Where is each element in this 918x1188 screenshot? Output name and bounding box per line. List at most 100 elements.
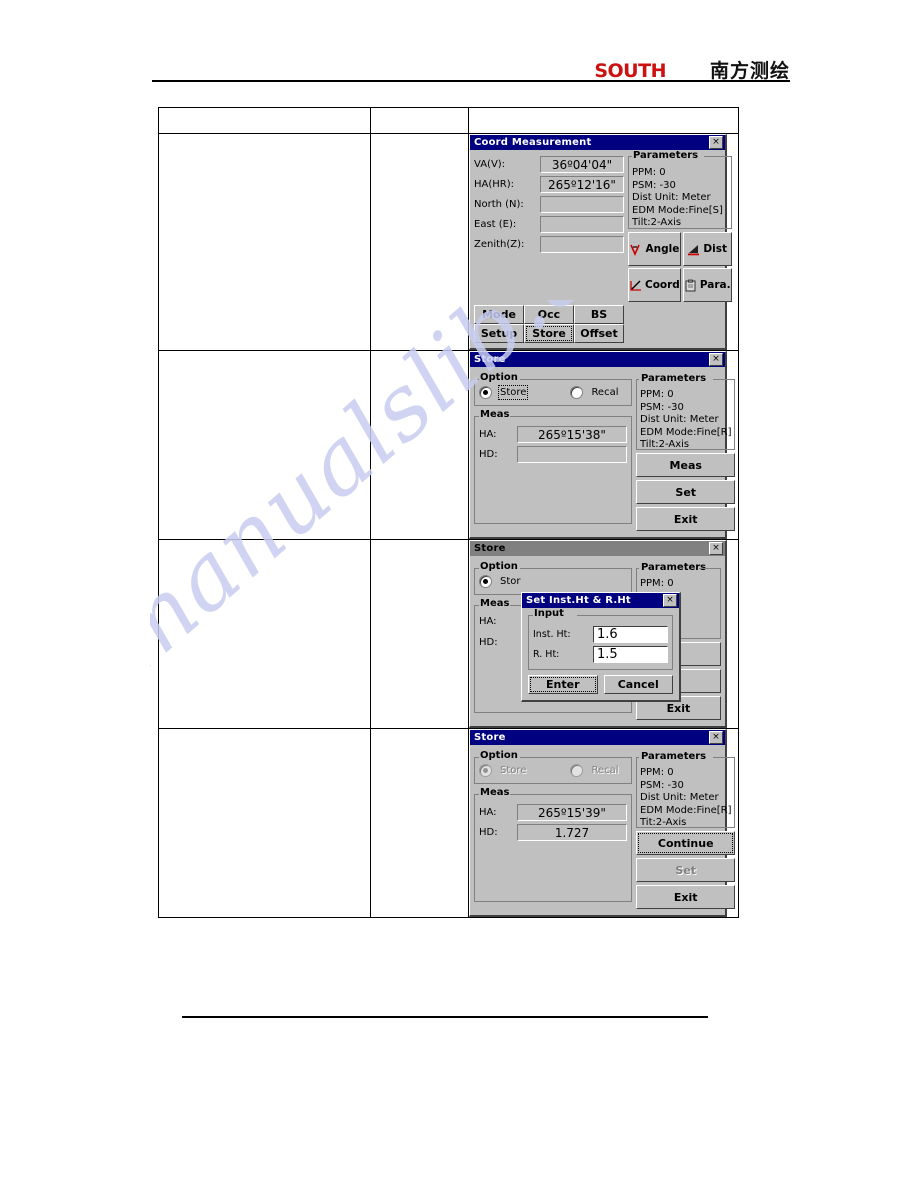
close-icon[interactable]: ×	[709, 542, 723, 555]
enter-button[interactable]: Enter	[528, 675, 598, 694]
row-1-note-cell	[370, 133, 469, 351]
table-row: Coord Measurement × VA(V): 36º04'04" HA(…	[158, 133, 739, 351]
coord-measurement-titlebar: Coord Measurement ×	[470, 135, 725, 150]
option-recal-label: Recal	[591, 765, 619, 776]
option-group: Option Stor	[474, 561, 632, 595]
para-button[interactable]: Para.	[682, 268, 732, 302]
option-store-label[interactable]: Store	[497, 385, 529, 400]
coord-parameters-panel: Parameters PPM: 0 PSM: -30 Dist Unit: Me…	[628, 150, 732, 229]
exit-button[interactable]: Exit	[636, 507, 736, 531]
offset-button[interactable]: Offset	[574, 324, 624, 343]
brand-latin-text: SOUTH	[594, 60, 666, 82]
setup-button[interactable]: Setup	[474, 324, 524, 343]
field-value-east[interactable]	[540, 216, 624, 233]
row-2-screenshot-cell: Store × Option Store Recal Meas HA: 265º…	[468, 350, 739, 540]
parameters-panel-label: Parameters	[640, 373, 709, 384]
option-store-radio[interactable]	[479, 386, 492, 399]
continue-button-label: Continue	[657, 836, 714, 850]
option-store-label[interactable]: Stor	[500, 576, 521, 587]
screenshot-table: Coord Measurement × VA(V): 36º04'04" HA(…	[158, 107, 739, 918]
field-value-ha[interactable]: 265º15'39"	[517, 804, 627, 821]
field-value-ha[interactable]: 265º12'16"	[540, 176, 624, 193]
field-label-hd: HD:	[479, 827, 498, 838]
field-row-north: North (N):	[474, 196, 624, 213]
header-rule	[152, 80, 790, 82]
close-icon[interactable]: ×	[709, 353, 723, 366]
option-group-label: Option	[479, 750, 520, 761]
set-button-label: Set	[675, 485, 697, 499]
coord-button[interactable]: Coord	[628, 268, 681, 302]
field-label-ha: HA(HR):	[474, 179, 514, 190]
option-store-radio[interactable]	[479, 575, 492, 588]
field-label-hd: HD:	[479, 449, 498, 460]
field-row-ha: HA: 265º15'39"	[479, 804, 627, 821]
exit-button[interactable]: Exit	[636, 885, 736, 909]
field-value-north[interactable]	[540, 196, 624, 213]
distance-icon	[688, 244, 700, 255]
store-parameters-panel: Parameters PPM: 0 PSM: -30 Dist Unit: Me…	[636, 751, 736, 828]
exit-button-label: Exit	[673, 512, 698, 526]
setup-button-label: Setup	[480, 327, 518, 340]
meas-group-label: Meas	[479, 409, 512, 420]
dist-button[interactable]: Dist	[682, 232, 732, 266]
field-row-hd: HD:	[479, 446, 627, 463]
continue-button[interactable]: Continue	[636, 831, 736, 855]
row-2-description-cell	[158, 350, 371, 540]
store-heights-titlebar: Store ×	[470, 541, 725, 556]
table-header-cell-a	[158, 107, 371, 134]
field-value-zenith[interactable]	[540, 236, 624, 253]
field-label-ha: HA:	[479, 616, 497, 627]
set-heights-titlebar: Set Inst.Ht & R.Ht ×	[522, 593, 679, 608]
input-group: Input Inst. Ht: 1.6 R. Ht: 1.5	[528, 608, 673, 670]
param-ppm: PPM: 0	[632, 167, 666, 178]
field-label-va: VA(V):	[474, 159, 506, 170]
field-row-ha: HA(HR): 265º12'16"	[474, 176, 624, 193]
occ-button[interactable]: Occ	[524, 305, 574, 324]
param-ppm: PPM: 0	[640, 389, 674, 400]
table-header-cell-c	[468, 107, 739, 134]
set-heights-popup: Set Inst.Ht & R.Ht × Input Inst. Ht: 1.6…	[521, 592, 681, 702]
mode-button[interactable]: Mode	[474, 305, 524, 324]
option-recal-label[interactable]: Recal	[591, 387, 618, 398]
field-value-hd[interactable]	[517, 446, 627, 463]
row-4-note-cell	[370, 728, 469, 918]
brand-logo: SOUTH 南方测绘	[594, 56, 790, 83]
field-row-ha: HA: 265º15'38"	[479, 426, 627, 443]
coord-button-label: Coord	[645, 279, 680, 291]
occ-button-label: Occ	[537, 308, 561, 321]
row-3-description-cell	[158, 539, 371, 729]
bs-button-label: BS	[590, 308, 608, 321]
field-value-va[interactable]: 36º04'04"	[540, 156, 624, 173]
parameters-panel-label: Parameters	[640, 562, 709, 573]
param-psm: PSM: -30	[640, 779, 684, 791]
field-label-north: North (N):	[474, 199, 524, 210]
field-value-hd[interactable]: 1.727	[517, 824, 627, 841]
store-parameters-panel: Parameters PPM: 0 PSM: -30 Dist Unit: Me…	[636, 373, 736, 450]
option-group-label: Option	[479, 372, 520, 383]
set-button[interactable]: Set	[636, 480, 736, 504]
input-value-r-ht[interactable]: 1.5	[593, 646, 668, 663]
field-label-zenith: Zenith(Z):	[474, 239, 525, 250]
param-tilt: Tilt:2-Axis	[640, 439, 690, 450]
option-recal-radio[interactable]	[570, 386, 584, 399]
angle-icon	[630, 244, 641, 256]
store-button[interactable]: Store	[524, 324, 574, 343]
meas-button[interactable]: Meas	[636, 453, 736, 477]
enter-button-label: Enter	[546, 678, 580, 691]
parameters-panel-label: Parameters	[640, 751, 709, 762]
close-icon[interactable]: ×	[663, 594, 677, 607]
cancel-button[interactable]: Cancel	[603, 675, 673, 694]
row-1-screenshot-cell: Coord Measurement × VA(V): 36º04'04" HA(…	[468, 133, 739, 351]
field-value-ha[interactable]: 265º15'38"	[517, 426, 627, 443]
input-row-r-ht: R. Ht: 1.5	[533, 646, 668, 663]
angle-button[interactable]: Angle	[628, 232, 681, 266]
field-row-hd: HD: 1.727	[479, 824, 627, 841]
exit-button-label: Exit	[666, 701, 691, 715]
close-icon[interactable]: ×	[709, 136, 723, 149]
table-row: Store × Option Stor Meas HA: HD: Paramet…	[158, 539, 739, 729]
bs-button[interactable]: BS	[574, 305, 624, 324]
param-ppm: PPM: 0	[640, 578, 674, 589]
close-icon[interactable]: ×	[709, 731, 723, 744]
input-value-inst-ht[interactable]: 1.6	[593, 626, 668, 643]
store-meas-title: Store	[474, 354, 506, 365]
